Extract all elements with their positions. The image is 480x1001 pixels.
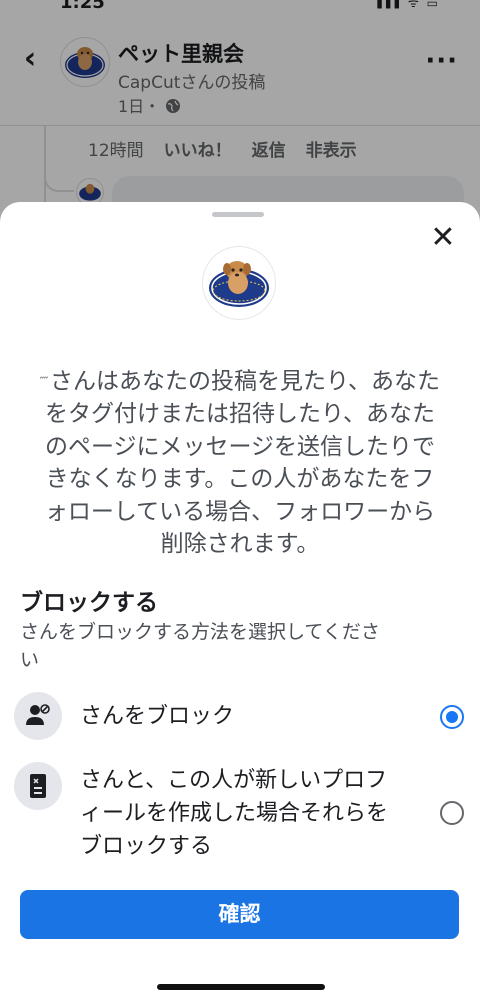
- confirm-button[interactable]: 確認: [20, 890, 459, 939]
- option-label: さんと、この人が新しいプロフ ィールを作成した場合それらを ブロックする: [80, 764, 430, 863]
- profile-avatar: [203, 247, 275, 319]
- option-label-line-2: ィールを作成した場合それらを: [80, 801, 389, 826]
- description-line-4: きなくなります。この人があなたをフ: [45, 466, 435, 493]
- profile-block-icon-svg: [30, 774, 46, 798]
- description-line-2: をタグ付けまたは招待したり、あなた: [44, 401, 436, 428]
- option-label-line-3: ブロックする: [80, 834, 213, 859]
- block-option-profile-and-new[interactable]: さんと、この人が新しいプロフ ィールを作成した場合それらを ブロックする: [0, 762, 480, 862]
- description-text-1: さんはあなたの投稿を見たり、あなた: [49, 368, 441, 395]
- home-indicator: [157, 984, 325, 990]
- dim-overlay[interactable]: [0, 0, 480, 230]
- group-logo-icon: [209, 261, 269, 307]
- description-line-3: のページにメッセージを送信したりで: [44, 433, 436, 460]
- person-block-icon-svg: [26, 704, 50, 725]
- section-subtitle: さんをブロックする方法を選択してくださ い: [20, 618, 450, 674]
- block-sheet: ✕ ˶˶さんはあなたの投稿を見たり、あなた をタグ付けまたは招待したり、あなた …: [0, 202, 480, 1001]
- option-label-line-1: さんと、この人が新しいプロフ: [80, 768, 388, 793]
- block-option-profile[interactable]: さんをブロック: [0, 692, 480, 742]
- person-block-icon: [14, 692, 62, 740]
- sheet-grabber[interactable]: [212, 212, 264, 217]
- description-line-6: 削除されます。: [160, 531, 320, 558]
- block-description: ˶˶さんはあなたの投稿を見たり、あなた をタグ付けまたは招待したり、あなた のペ…: [20, 360, 460, 561]
- radio-unselected[interactable]: [440, 801, 464, 825]
- subtitle-line-2: い: [20, 649, 40, 671]
- redacted-name-mark: ˶˶: [39, 369, 48, 383]
- close-icon: ✕: [430, 220, 456, 255]
- subtitle-line-1: さんをブロックする方法を選択してくださ: [20, 621, 380, 643]
- radio-selected[interactable]: [440, 705, 464, 729]
- description-line-5: ォローしている場合、フォロワーから: [44, 498, 436, 525]
- description-line-1: ˶˶さんはあなたの投稿を見たり、あなた: [20, 360, 460, 398]
- section-title: ブロックする: [20, 590, 158, 616]
- profile-block-icon: [14, 762, 62, 810]
- close-button[interactable]: ✕: [428, 223, 458, 254]
- option-label: さんをブロック: [80, 704, 235, 729]
